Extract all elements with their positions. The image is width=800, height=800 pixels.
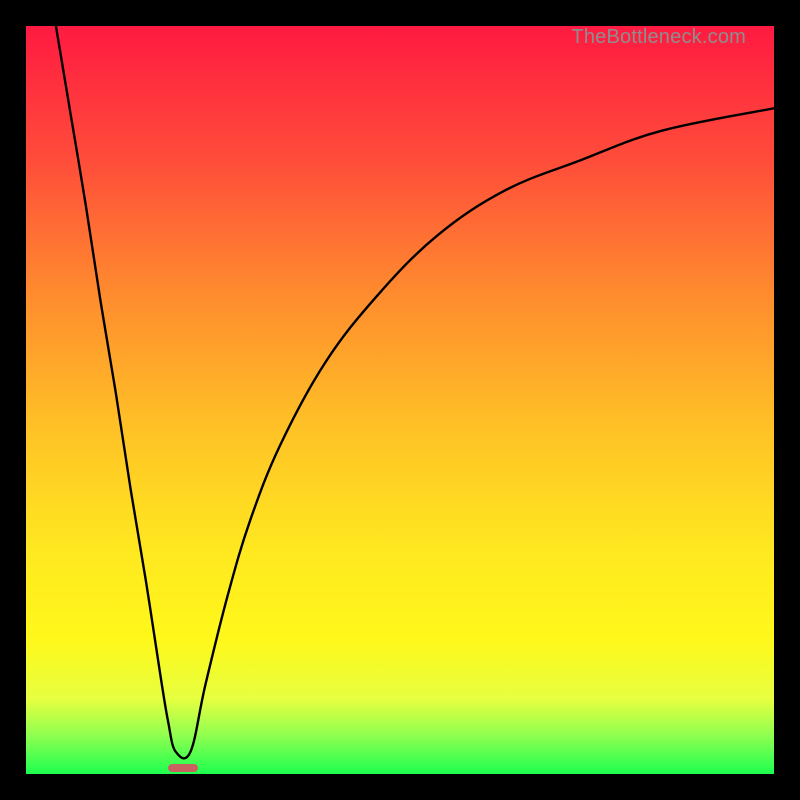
bottleneck-curve — [26, 26, 774, 774]
min-marker — [168, 764, 198, 773]
curve-path — [56, 26, 774, 758]
plot-area: TheBottleneck.com — [26, 26, 774, 774]
watermark-text: TheBottleneck.com — [571, 26, 746, 49]
chart-frame: TheBottleneck.com — [0, 0, 800, 800]
